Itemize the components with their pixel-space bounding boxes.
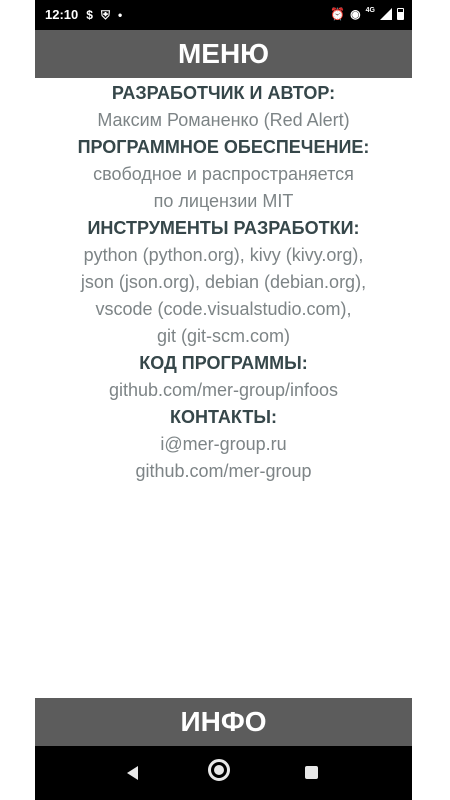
tools-line: git (git-scm.com) [156, 326, 290, 346]
navigation-bar [35, 746, 412, 800]
developer-name: Максим Романенко (Red Alert) [97, 110, 350, 130]
status-left: 12:10 $ ⛨ • [45, 7, 122, 22]
battery-icon [397, 8, 404, 20]
home-icon[interactable] [208, 759, 230, 781]
contact-github: github.com/mer-group [135, 461, 312, 481]
info-button[interactable]: ИНФО [35, 698, 412, 746]
tools-line: json (json.org), debian (debian.org), [80, 272, 367, 292]
network-type: 4G [365, 6, 375, 14]
status-time: 12:10 [45, 7, 79, 22]
shield-icon: ⛨ [100, 7, 110, 22]
about-content: РАЗРАБОТЧИК И АВТОР: Максим Романенко (R… [35, 80, 412, 485]
contact-email: i@mer-group.ru [160, 434, 287, 454]
wifi-icon: ◉ [350, 7, 361, 21]
contacts-heading: КОНТАКТЫ: [170, 407, 277, 427]
developer-heading: РАЗРАБОТЧИК И АВТОР: [111, 83, 336, 103]
alarm-icon: ⏰ [330, 7, 346, 21]
code-link: github.com/mer-group/infoos [108, 380, 339, 400]
tools-line: vscode (code.visualstudio.com), [95, 299, 352, 319]
software-heading: ПРОГРАММНОЕ ОБЕСПЕЧЕНИЕ: [77, 137, 370, 157]
status-bar: 12:10 $ ⛨ • ⏰ ◉ 4G [35, 0, 412, 30]
dollar-icon: $ [86, 7, 93, 22]
dot-icon: • [117, 7, 123, 22]
tools-line: python (python.org), kivy (kivy.org), [83, 245, 364, 265]
code-heading: КОД ПРОГРАММЫ: [139, 353, 308, 373]
phone-screen: 12:10 $ ⛨ • ⏰ ◉ 4G МЕНЮ РАЗРАБОТЧИК И АВ… [35, 0, 412, 800]
signal-icon [380, 8, 392, 20]
software-line: по лицензии MIT [153, 191, 294, 211]
software-line: свободное и распространяется [93, 164, 354, 184]
tools-heading: ИНСТРУМЕНТЫ РАЗРАБОТКИ: [87, 218, 360, 238]
back-icon[interactable] [127, 766, 138, 780]
recents-icon[interactable] [305, 766, 318, 779]
status-right: ⏰ ◉ 4G [330, 7, 404, 21]
menu-button[interactable]: МЕНЮ [35, 30, 412, 78]
